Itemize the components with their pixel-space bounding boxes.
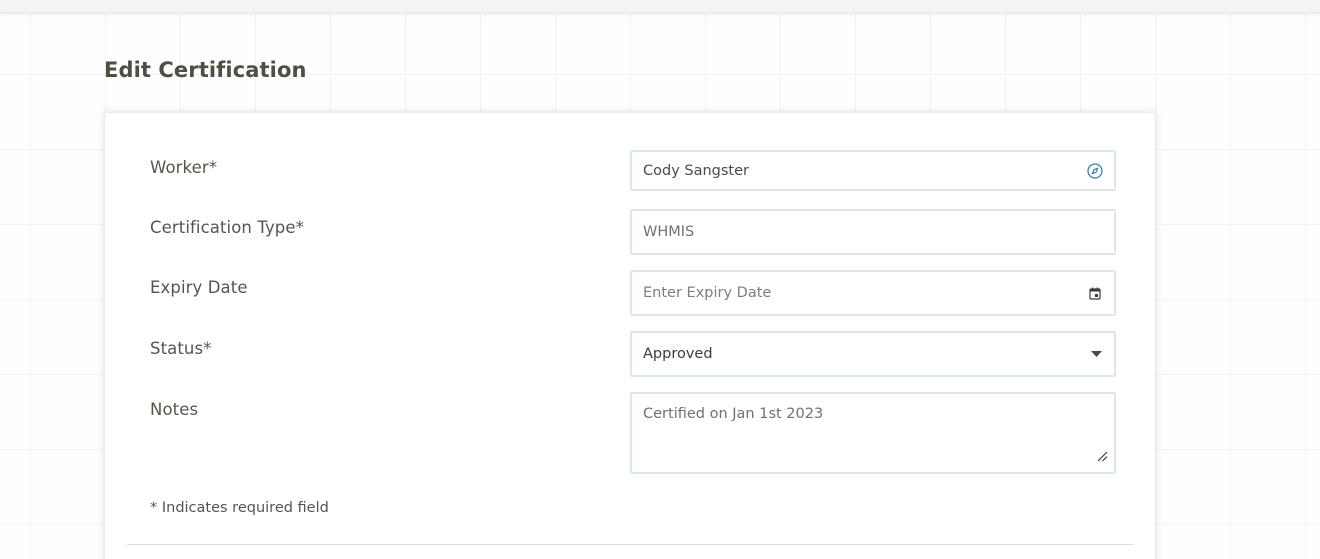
certification-type-field[interactable]: WHMIS	[630, 209, 1116, 255]
worker-value: Cody Sangster	[643, 162, 749, 179]
edit-certification-form: Worker* Cody Sangster Certification Type…	[104, 112, 1156, 559]
form-divider	[127, 544, 1133, 545]
caret-down-icon[interactable]	[1091, 351, 1102, 357]
resize-handle-icon[interactable]	[1096, 447, 1108, 466]
notes-value: Certified on Jan 1st 2023	[643, 406, 824, 422]
status-value: Approved	[643, 346, 713, 362]
certification-type-value: WHMIS	[643, 224, 695, 240]
expiry-date-label: Expiry Date	[150, 278, 248, 297]
status-label: Status*	[150, 339, 212, 358]
expiry-date-field[interactable]: Enter Expiry Date	[630, 270, 1116, 316]
worker-field[interactable]: Cody Sangster	[630, 150, 1116, 191]
status-select[interactable]: Approved	[630, 331, 1116, 377]
top-bar	[0, 0, 1320, 13]
expiry-date-placeholder: Enter Expiry Date	[643, 285, 772, 301]
notes-textarea[interactable]: Certified on Jan 1st 2023	[630, 392, 1116, 474]
certification-type-label: Certification Type*	[150, 218, 304, 237]
compass-icon[interactable]	[1086, 162, 1104, 180]
required-field-note: * Indicates required field	[150, 500, 329, 516]
calendar-icon[interactable]	[1089, 287, 1101, 300]
notes-label: Notes	[150, 400, 199, 419]
worker-label: Worker*	[150, 158, 218, 177]
page-title: Edit Certification	[104, 58, 307, 82]
